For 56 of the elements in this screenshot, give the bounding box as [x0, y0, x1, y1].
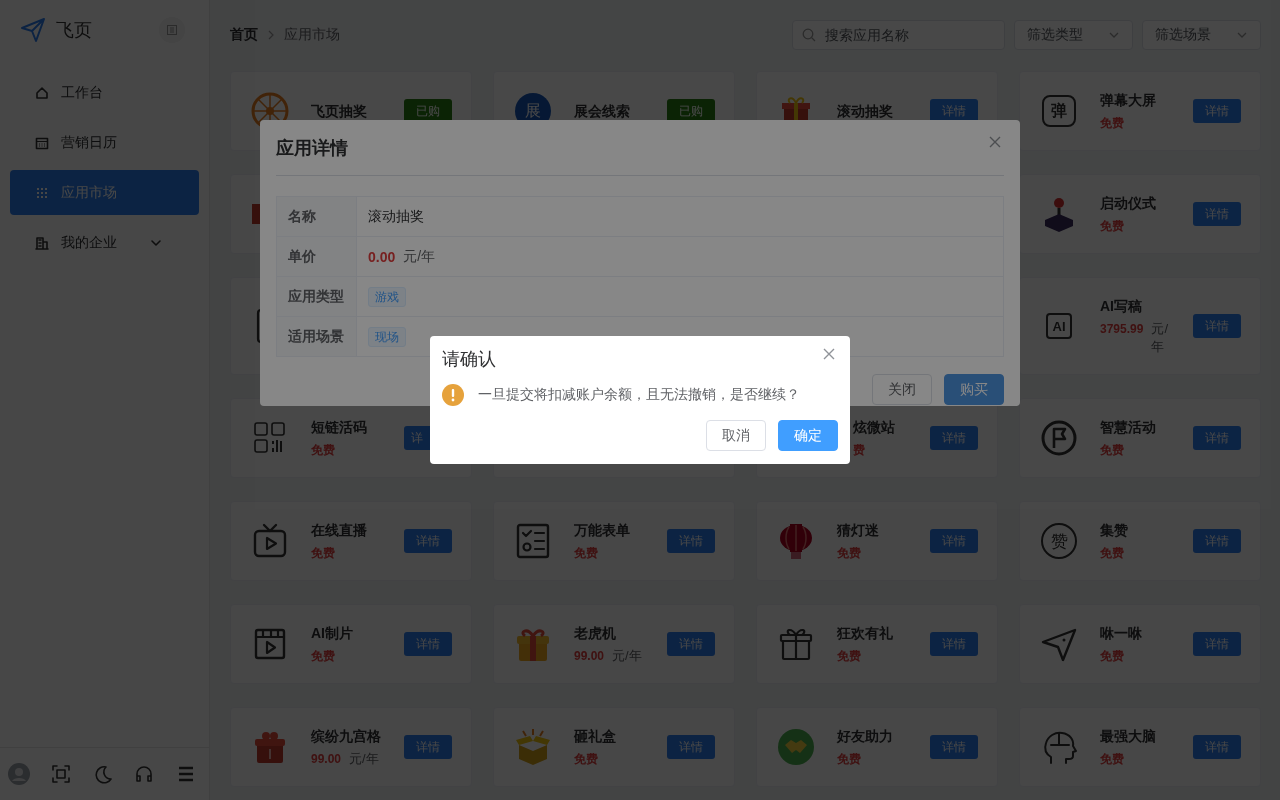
building-icon	[166, 24, 178, 36]
secondary-button[interactable]: 取消	[706, 420, 766, 451]
app-name: 炫微站	[853, 418, 896, 437]
price-unit: 元/年	[403, 247, 436, 266]
app-name: 万能表单	[574, 521, 631, 540]
app-name: 展会线索	[574, 102, 631, 121]
app-name: 飞页抽奖	[311, 102, 368, 121]
app-name: 智慧活动	[1100, 418, 1157, 437]
app-logo-text: 飞页	[56, 19, 93, 42]
dialog-title: 请确认	[442, 348, 496, 371]
flag-circle-icon	[1039, 418, 1079, 458]
app-name: 咻一咻	[1100, 624, 1143, 643]
app-name: 弹幕大屏	[1100, 91, 1157, 110]
app-name: 狂欢有礼	[837, 624, 894, 643]
category-tag: 游戏	[368, 286, 406, 307]
app-name: AI制片	[311, 624, 354, 643]
primary-button[interactable]: 确定	[778, 420, 838, 451]
app-name: 缤纷九宫格	[311, 727, 382, 746]
close-icon[interactable]	[988, 135, 1002, 149]
app-name: 砸礼盒	[574, 727, 617, 746]
label-cell: 单价	[277, 237, 357, 277]
app-name: 好友助力	[837, 727, 894, 746]
close-icon[interactable]	[822, 347, 836, 361]
price-text: 0.00	[368, 248, 396, 265]
confirm-message: 一旦提交将扣减账户余额，且无法撤销，是否继续？	[478, 386, 800, 404]
home-icon	[35, 85, 49, 100]
menu-item[interactable]: 工作台	[10, 70, 199, 115]
character-badge: 弹	[1042, 95, 1076, 127]
label-cell: 名称	[277, 197, 357, 237]
chevron-right-icon	[266, 30, 276, 40]
label-cell: 应用类型	[277, 277, 357, 317]
building-icon	[35, 235, 49, 250]
value-text: 滚动抽奖	[368, 207, 424, 226]
app-name: 启动仪式	[1100, 194, 1157, 213]
app-name: 滚动抽奖	[837, 102, 894, 121]
app-name: 集赞	[1100, 521, 1129, 540]
handshake-icon	[776, 727, 816, 767]
app-name: AI写稿	[1100, 297, 1143, 316]
character-badge: 赞	[1041, 523, 1077, 559]
calendar-icon	[35, 135, 49, 150]
grid-icon	[35, 185, 49, 200]
dialog-title: 应用详情	[276, 137, 348, 160]
secondary-button[interactable]: 关闭	[872, 374, 932, 405]
app-name: 短链活码	[311, 418, 368, 437]
app-name: 猜灯迷	[837, 521, 880, 540]
app-name: 最强大脑	[1100, 727, 1157, 746]
paper-plane-icon	[20, 17, 46, 43]
label-cell: 适用场景	[277, 317, 357, 357]
scan-icon[interactable]	[49, 763, 72, 785]
warning-icon	[442, 384, 464, 406]
character-badge: AI	[1046, 313, 1072, 339]
app-name: 老虎机	[574, 624, 617, 643]
avatar-icon[interactable]	[8, 763, 30, 785]
category-tag: 现场	[368, 326, 406, 347]
open-box-icon	[513, 727, 553, 767]
app-name: 在线直播	[311, 521, 368, 540]
